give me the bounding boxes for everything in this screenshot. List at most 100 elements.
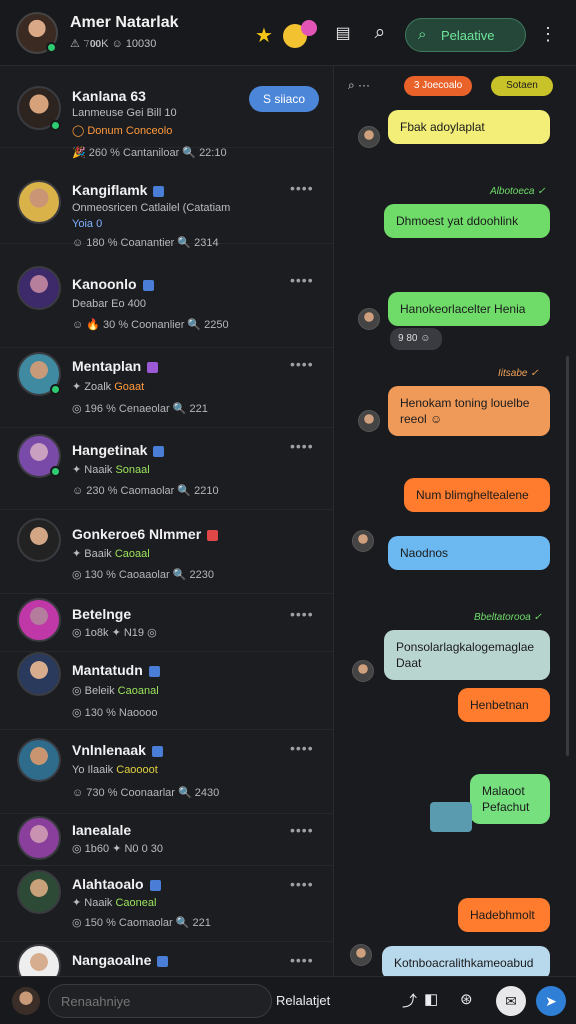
gif-icon[interactable]: ⊛: [460, 990, 473, 1008]
more-icon[interactable]: ••••: [290, 876, 314, 892]
message-bubble[interactable]: Hanokeorlacelter Henia: [388, 292, 550, 326]
message-bubble[interactable]: Hadebhmolt: [458, 898, 550, 932]
attach-icon[interactable]: ⤴: [402, 990, 417, 1011]
contact-avatar: [17, 266, 61, 310]
conversation-preview: ☺ 180 % Coanantier 🔍 2314: [72, 237, 219, 249]
message-bubble[interactable]: Dhmoest yat ddoohlink: [384, 204, 550, 238]
profile-meta: ⚠ 𝟽𝟬𝟬K ☺ 10030: [70, 38, 157, 50]
contact-avatar: [17, 598, 61, 642]
verified-icon: [148, 665, 160, 677]
contact-avatar: [17, 870, 61, 914]
conversation-item[interactable]: Vnlnlenaak Yo Ilaaik Caoooot ☺ 730 % Coo…: [0, 730, 333, 814]
conversation-tag: Yoia 0: [72, 218, 103, 230]
conversation-preview: ◎ 130 % Naoooo: [72, 707, 158, 719]
conversation-preview: ◎ 130 % Caoaaolar 🔍 2230: [72, 569, 214, 581]
label-chip[interactable]: Sotaen: [491, 76, 553, 96]
message-input[interactable]: [48, 984, 272, 1018]
composer-label: Relalatjet: [276, 993, 331, 1008]
status-pill-button[interactable]: S siiaco: [249, 86, 319, 112]
message-timestamp: Iitsabe ✓: [498, 368, 539, 379]
contact-name: Ianealale: [72, 822, 132, 838]
search-icon[interactable]: ⌕: [367, 22, 393, 44]
more-options-icon[interactable]: ⋮: [538, 24, 558, 45]
sticker-button[interactable]: ✉: [496, 986, 526, 1016]
message-bubble[interactable]: Naodnos: [388, 536, 550, 570]
sender-avatar: [358, 410, 380, 432]
chat-pane[interactable]: ⌕ ··· 3 Joecoalo Sotaen Fbak adoylaplat …: [334, 66, 576, 976]
verified-icon: [142, 279, 154, 291]
conversation-preview: ☺ 230 % Caomaolar 🔍 2210: [72, 485, 219, 497]
message-bubble[interactable]: Num blimgheltealene: [404, 478, 550, 512]
conversation-item[interactable]: Alahtaoalo ✦ Naaik Caoneal ◎ 150 % Caoma…: [0, 866, 333, 942]
message-timestamp: Albotoeca ✓: [490, 186, 546, 197]
online-status-icon: [50, 120, 61, 131]
online-status-icon: [46, 42, 57, 53]
inbox-icon[interactable]: ▤: [330, 23, 356, 43]
more-icon[interactable]: ••••: [290, 180, 314, 196]
conversation-subtitle: ✦ Baaik Caoaal: [72, 548, 150, 560]
conversation-preview: 🎉 260 % Cantaniloar 🔍 22:10: [72, 147, 227, 159]
search-pill-label: Pelaative: [441, 28, 495, 43]
contact-name: Kanlana 63: [72, 88, 146, 104]
conversation-item[interactable]: 🎉 260 % Cantaniloar 🔍 22:10 Kangiflamk O…: [0, 147, 333, 249]
contact-name: Vnlnlenaak: [72, 742, 163, 758]
search-pill-icon: ⌕: [418, 26, 427, 43]
contact-name: Kanoonlo: [72, 276, 154, 292]
conversation-item[interactable]: Betelnge ◎ 1o8k ✦ N19 ◎ ••••: [0, 594, 333, 652]
more-icon[interactable]: ••••: [290, 952, 314, 968]
more-icon[interactable]: ••••: [290, 740, 314, 756]
message-bubble[interactable]: Henokam toning louelbe reeol ☺: [388, 386, 550, 436]
verified-icon: [153, 185, 165, 197]
message-bubble[interactable]: Ponsolarlagkalogemaglae Daat: [384, 630, 550, 680]
emoji-reactions-icon[interactable]: [283, 20, 317, 48]
conversation-subtitle: Lanmeuse Gei Bill 10: [72, 107, 177, 119]
chat-scrollbar[interactable]: [566, 356, 569, 756]
camera-icon[interactable]: ◧: [424, 990, 438, 1008]
contact-avatar: [17, 180, 61, 224]
conversation-preview: ☺ 🔥 30 % Coonanlier 🔍 2250: [72, 319, 229, 331]
label-chip[interactable]: 3 Joecoalo: [404, 76, 472, 96]
more-icon[interactable]: ••••: [290, 356, 314, 372]
contact-avatar: [17, 816, 61, 860]
conversation-item[interactable]: Kanoonlo Deabar Eo 400 ☺ 🔥 30 % Coonanli…: [0, 262, 333, 348]
message-composer: Relalatjet ⤴ ◧ ⊛ ✉ ➤: [0, 976, 576, 1024]
conversation-subtitle: ◎ 1b60 ✦ N0 0 30: [72, 843, 163, 855]
search-button[interactable]: ⌕ Pelaative: [405, 18, 526, 52]
reaction-badge[interactable]: 9 80 ☺: [390, 328, 442, 350]
sender-avatar: [350, 944, 372, 966]
message-bubble[interactable]: Kotnboacralithkameoabud: [382, 946, 550, 976]
conversation-subtitle: Deabar Eo 400: [72, 298, 146, 310]
contact-name: Betelnge: [72, 606, 132, 622]
message-bubble[interactable]: Malaoot Pefachut: [470, 774, 550, 824]
star-icon[interactable]: ★: [251, 23, 277, 48]
search-icon[interactable]: ⌕ ···: [348, 78, 370, 93]
contact-avatar: [17, 652, 61, 696]
more-icon[interactable]: ••••: [290, 822, 314, 838]
conversation-list[interactable]: Kanlana 63 Lanmeuse Gei Bill 10 ◯ Donum …: [0, 66, 334, 976]
message-bubble[interactable]: Henbetnan: [458, 688, 550, 722]
conversation-subtitle: ◎ Beleik Caoanal: [72, 685, 159, 697]
conversation-item[interactable]: Nangaoalne ••••: [0, 942, 333, 976]
conversation-preview: ☺ 730 % Coonaarlar 🔍 2430: [72, 787, 220, 799]
sender-avatar: [352, 530, 374, 552]
more-icon[interactable]: ••••: [290, 606, 314, 622]
conversation-item[interactable]: Mentaplan ✦ Zoalk Goaat ◎ 196 % Cenaeola…: [0, 348, 333, 428]
conversation-item[interactable]: Gonkeroe6 Nlmmer ✦ Baaik Caoaal ◎ 130 % …: [0, 510, 333, 594]
attachment-thumbnail[interactable]: [430, 802, 472, 832]
more-icon[interactable]: ••••: [290, 272, 314, 288]
message-bubble[interactable]: Fbak adoylaplat: [388, 110, 550, 144]
conversation-item[interactable]: Mantatudn ◎ Beleik Caoanal ◎ 130 % Naooo…: [0, 652, 333, 730]
verified-icon: [157, 955, 169, 967]
my-avatar[interactable]: [12, 987, 40, 1015]
badge-icon: [207, 529, 219, 541]
conversation-item[interactable]: Ianealale ◎ 1b60 ✦ N0 0 30 ••••: [0, 814, 333, 866]
sender-avatar: [352, 660, 374, 682]
send-button[interactable]: ➤: [536, 986, 566, 1016]
more-icon[interactable]: ••••: [290, 438, 314, 454]
contact-avatar: [17, 518, 61, 562]
conversation-item[interactable]: Hangetinak ✦ Naaik Sonaal ☺ 230 % Caomao…: [0, 428, 333, 510]
conversation-subtitle: Onmeosricen Catlailel (Catatiam: [72, 202, 231, 214]
conversation-item[interactable]: Kanlana 63 Lanmeuse Gei Bill 10 ◯ Donum …: [0, 66, 333, 148]
conversation-subtitle: ✦ Zoalk Goaat: [72, 381, 145, 393]
contact-name: Mantatudn: [72, 662, 160, 678]
